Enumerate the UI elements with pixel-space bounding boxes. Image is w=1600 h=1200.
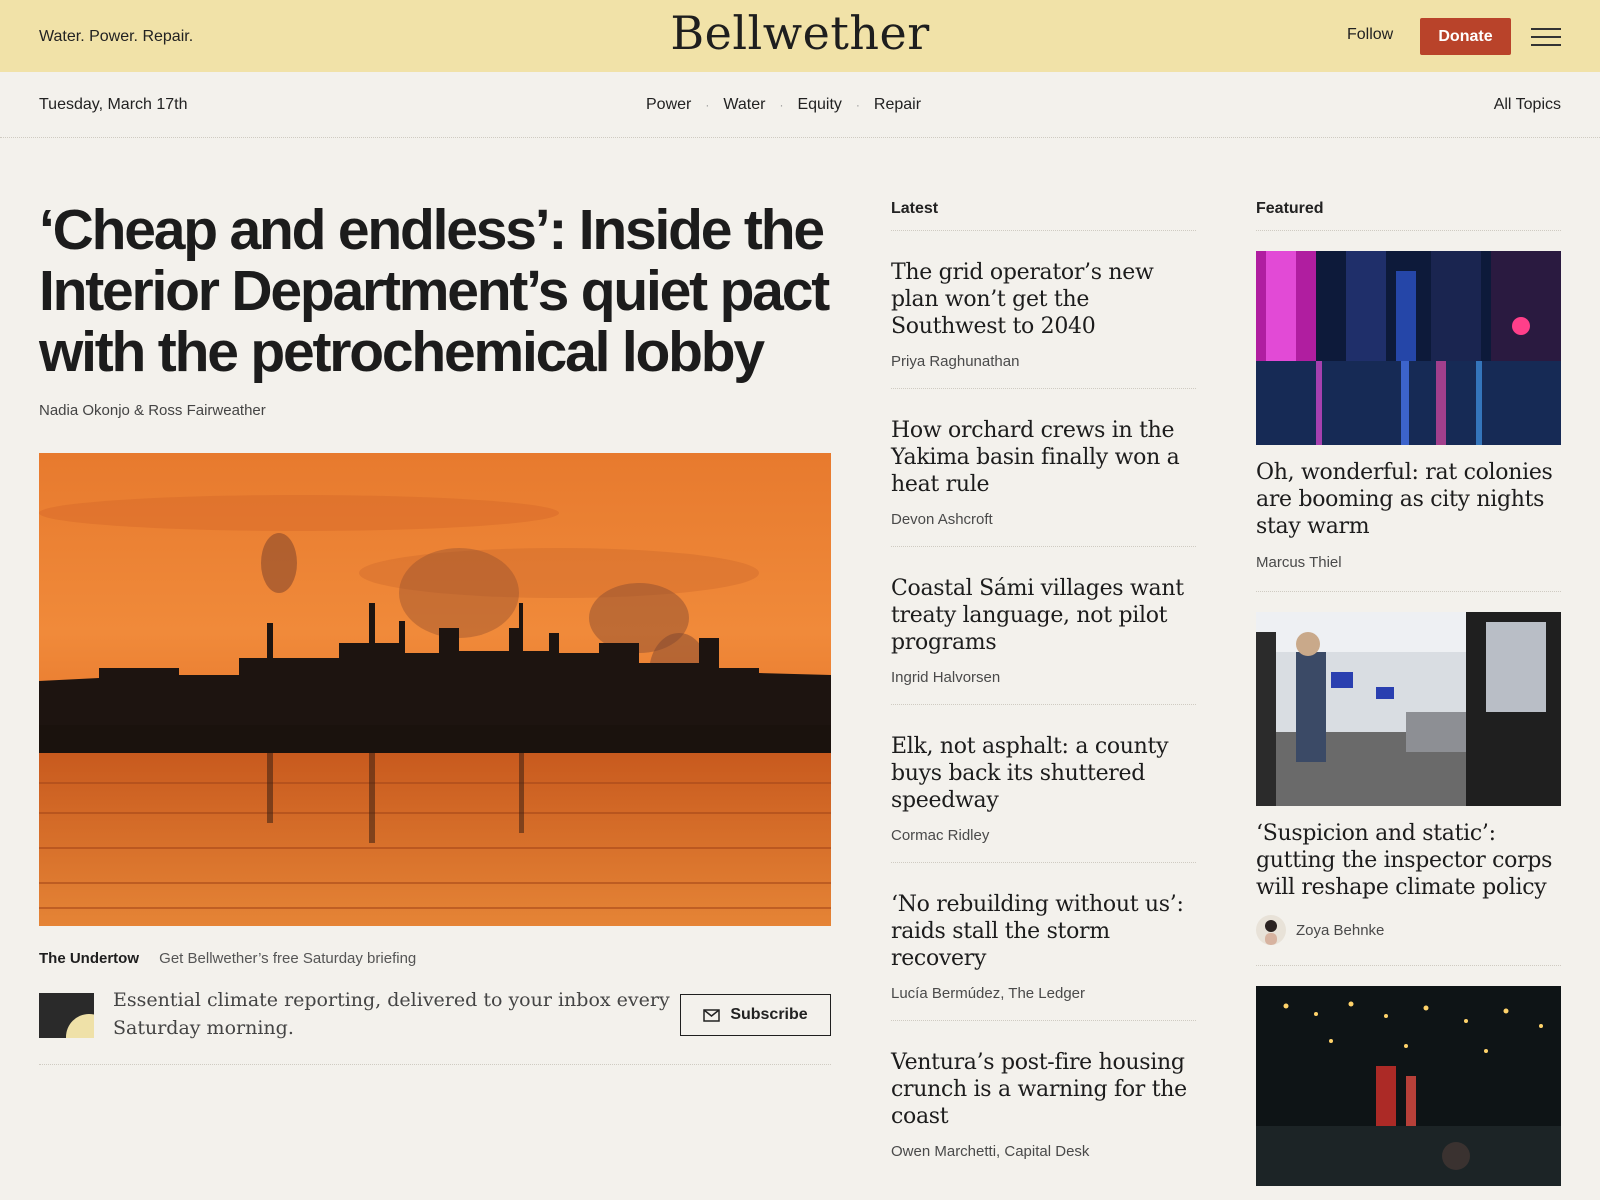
separator-dot: ·	[855, 98, 860, 112]
featured-image-night-lights[interactable]	[1256, 986, 1561, 1186]
site-logo[interactable]: Bellwether	[670, 6, 929, 60]
latest-heading: Latest	[891, 200, 1196, 231]
newsletter-header: The Undertow Get Bellwether’s free Satur…	[39, 950, 416, 967]
latest-byline[interactable]: Ingrid Halvorsen	[891, 669, 1196, 686]
follow-link[interactable]: Follow	[1347, 26, 1393, 44]
featured-item[interactable]: Oh, wonderful: rat colonies are booming …	[1256, 231, 1561, 592]
featured-heading: Featured	[1256, 200, 1561, 231]
featured-item[interactable]: ‘Suspicion and static’: gutting the insp…	[1256, 592, 1561, 966]
lead-byline[interactable]: Nadia Okonjo & Ross Fairweather	[39, 402, 266, 419]
latest-headline[interactable]: Coastal Sámi villages want treaty langua…	[891, 575, 1196, 656]
featured-byline-name[interactable]: Marcus Thiel	[1256, 554, 1342, 571]
latest-headline[interactable]: Elk, not asphalt: a county buys back its…	[891, 733, 1196, 814]
latest-headline[interactable]: Ventura’s post-fire housing crunch is a …	[891, 1049, 1196, 1130]
subscribe-button[interactable]: Subscribe	[680, 994, 831, 1036]
separator-dot: ·	[779, 98, 784, 112]
featured-headline[interactable]: Oh, wonderful: rat colonies are booming …	[1256, 459, 1561, 540]
featured-byline-name[interactable]: Zoya Behnke	[1296, 922, 1384, 939]
latest-item[interactable]: ‘No rebuilding without us’: raids stall …	[891, 863, 1196, 1021]
lead-image-refinery-sunset[interactable]	[39, 453, 831, 926]
featured-column: Featured Oh, wonderful: rat colonies are…	[1256, 200, 1561, 1186]
topic-power[interactable]: Power	[646, 96, 691, 114]
topic-nav: Power · Water · Equity · Repair	[646, 96, 921, 114]
latest-headline[interactable]: How orchard crews in the Yakima basin fi…	[891, 417, 1196, 498]
newsletter-description: Essential climate reporting, delivered t…	[113, 989, 670, 1039]
divider	[39, 1064, 831, 1065]
topic-repair[interactable]: Repair	[874, 96, 921, 114]
featured-item[interactable]	[1256, 966, 1561, 1186]
featured-image-neon-street[interactable]	[1256, 251, 1561, 445]
latest-item[interactable]: Elk, not asphalt: a county buys back its…	[891, 705, 1196, 863]
current-date: Tuesday, March 17th	[39, 96, 188, 113]
latest-byline[interactable]: Priya Raghunathan	[891, 353, 1196, 370]
site-tagline: Water. Power. Repair.	[39, 28, 194, 45]
separator-dot: ·	[705, 98, 710, 112]
newsletter-subtitle: Get Bellwether’s free Saturday briefing	[159, 950, 417, 967]
topic-equity[interactable]: Equity	[797, 96, 841, 114]
latest-byline[interactable]: Devon Ashcroft	[891, 511, 1196, 528]
lead-headline[interactable]: ‘Cheap and endless’: Inside the Interior…	[39, 200, 830, 383]
latest-byline[interactable]: Lucía Bermúdez, The Ledger	[891, 985, 1196, 1002]
featured-byline[interactable]: Zoya Behnke	[1256, 915, 1561, 945]
donate-button[interactable]: Donate	[1420, 18, 1511, 55]
mail-icon	[703, 1008, 721, 1022]
featured-image-presentation[interactable]	[1256, 612, 1561, 806]
latest-item[interactable]: The grid operator’s new plan won’t get t…	[891, 231, 1196, 389]
all-topics-link[interactable]: All Topics	[1494, 96, 1561, 114]
sub-navigation: Tuesday, March 17th Power · Water · Equi…	[0, 72, 1600, 138]
latest-item[interactable]: How orchard crews in the Yakima basin fi…	[891, 389, 1196, 547]
latest-column: Latest The grid operator’s new plan won’…	[891, 200, 1196, 1179]
author-avatar	[1256, 915, 1286, 945]
latest-byline[interactable]: Cormac Ridley	[891, 827, 1196, 844]
latest-headline[interactable]: ‘No rebuilding without us’: raids stall …	[891, 891, 1196, 972]
featured-headline[interactable]: ‘Suspicion and static’: gutting the insp…	[1256, 820, 1561, 901]
latest-headline[interactable]: The grid operator’s new plan won’t get t…	[891, 259, 1196, 340]
subscribe-label: Subscribe	[730, 1006, 808, 1023]
newsletter-logo-icon	[39, 993, 94, 1038]
top-bar: Water. Power. Repair. Bellwether Follow …	[0, 0, 1600, 72]
topic-water[interactable]: Water	[723, 96, 765, 114]
latest-item[interactable]: Ventura’s post-fire housing crunch is a …	[891, 1021, 1196, 1179]
newsletter-name: The Undertow	[39, 950, 139, 967]
hamburger-menu-icon[interactable]	[1531, 28, 1561, 46]
latest-byline[interactable]: Owen Marchetti, Capital Desk	[891, 1143, 1196, 1160]
latest-item[interactable]: Coastal Sámi villages want treaty langua…	[891, 547, 1196, 705]
featured-byline[interactable]: Marcus Thiel	[1256, 554, 1561, 571]
